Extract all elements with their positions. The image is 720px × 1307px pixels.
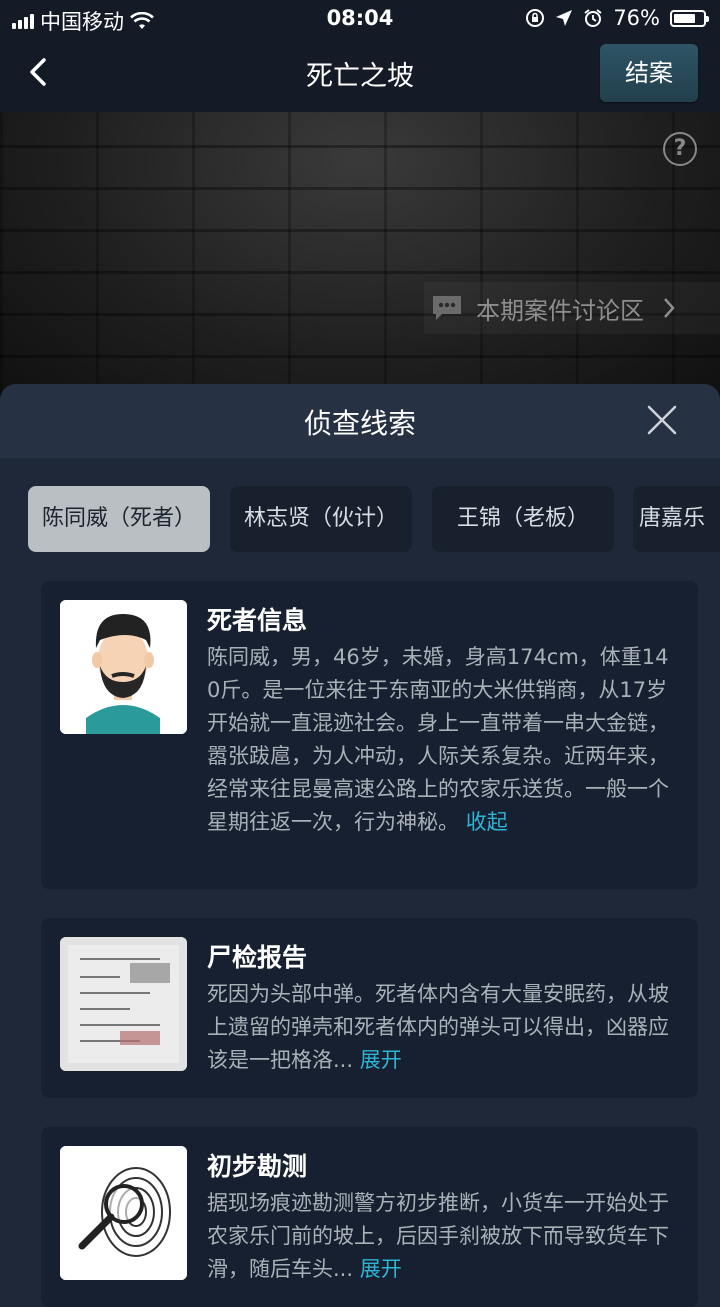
card-title: 死者信息 <box>207 606 308 635</box>
expand-link[interactable]: 展开 <box>360 1048 402 1072</box>
navigation-bar: 死亡之坡 结案 <box>0 36 720 112</box>
location-icon <box>556 10 573 26</box>
help-icon[interactable]: ? <box>663 132 697 166</box>
clue-card[interactable]: 初步勘测 据现场痕迹勘测警方初步推断，小货车一开始处于农家乐门前的坡上，后因手刹… <box>41 1127 698 1307</box>
battery-level <box>674 13 695 23</box>
close-icon[interactable] <box>644 402 680 438</box>
tab-tang-jiale[interactable]: 唐嘉乐 <box>633 486 720 552</box>
clue-card[interactable]: 死者信息 陈同威，男，46岁，未婚，身高174cm，体重140斤。是一位来往于东… <box>41 581 698 889</box>
card-body: 陈同威，男，46岁，未婚，身高174cm，体重140斤。是一位来往于东南亚的大米… <box>207 645 669 834</box>
card-text: 陈同威，男，46岁，未婚，身高174cm，体重140斤。是一位来往于东南亚的大米… <box>207 641 677 839</box>
card-text: 死因为头部中弹。死者体内含有大量安眠药，从坡上遗留的弹壳和死者体内的弹头可以得出… <box>207 978 677 1077</box>
card-body: 死因为头部中弹。死者体内含有大量安眠药，从坡上遗留的弹壳和死者体内的弹头可以得出… <box>207 982 669 1072</box>
orientation-lock-icon <box>526 9 545 27</box>
tab-chen-tongwei[interactable]: 陈同威（死者） <box>28 486 210 552</box>
card-text: 据现场痕迹勘测警方初步推断，小货车一开始处于农家乐门前的坡上，后因手刹被放下而导… <box>207 1187 677 1291</box>
chevron-right-icon <box>664 298 675 318</box>
card-title: 尸检报告 <box>207 943 308 972</box>
close-case-button[interactable]: 结案 <box>600 44 698 102</box>
card-title: 初步勘测 <box>207 1152 308 1181</box>
sheet-title: 侦查线索 <box>303 407 416 440</box>
card-body: 据现场痕迹勘测警方初步推断，小货车一开始处于农家乐门前的坡上，后因手刹被放下而导… <box>207 1191 669 1281</box>
status-right: 76% <box>525 6 709 30</box>
alarm-icon <box>584 9 602 27</box>
status-bar: 中国移动 08:04 76% <box>0 0 720 36</box>
chat-bubble-icon <box>433 296 461 320</box>
expand-link[interactable]: 展开 <box>360 1257 402 1281</box>
tab-lin-zhixian[interactable]: 林志贤（伙计） <box>230 486 412 552</box>
battery-percent: 76% <box>613 6 660 30</box>
tab-wang-jin[interactable]: 王锦（老板） <box>432 486 614 552</box>
collapse-link[interactable]: 收起 <box>466 810 508 834</box>
fingerprint-magnifier-icon <box>60 1146 187 1280</box>
discussion-label: 本期案件讨论区 <box>476 296 644 325</box>
clues-sheet: 侦查线索 陈同威（死者） 林志贤（伙计） 王锦（老板） 唐嘉乐 死者信息 陈同威… <box>0 384 720 1307</box>
battery-icon <box>670 9 709 27</box>
sheet-header: 侦查线索 <box>0 384 720 458</box>
discussion-link[interactable]: 本期案件讨论区 <box>424 282 720 334</box>
avatar-man-icon <box>60 600 187 734</box>
clue-card[interactable]: 尸检报告 死因为头部中弹。死者体内含有大量安眠药，从坡上遗留的弹壳和死者体内的弹… <box>41 918 698 1098</box>
document-photo-icon <box>60 937 187 1071</box>
suspect-tabs: 陈同威（死者） 林志贤（伙计） 王锦（老板） 唐嘉乐 <box>28 486 720 552</box>
